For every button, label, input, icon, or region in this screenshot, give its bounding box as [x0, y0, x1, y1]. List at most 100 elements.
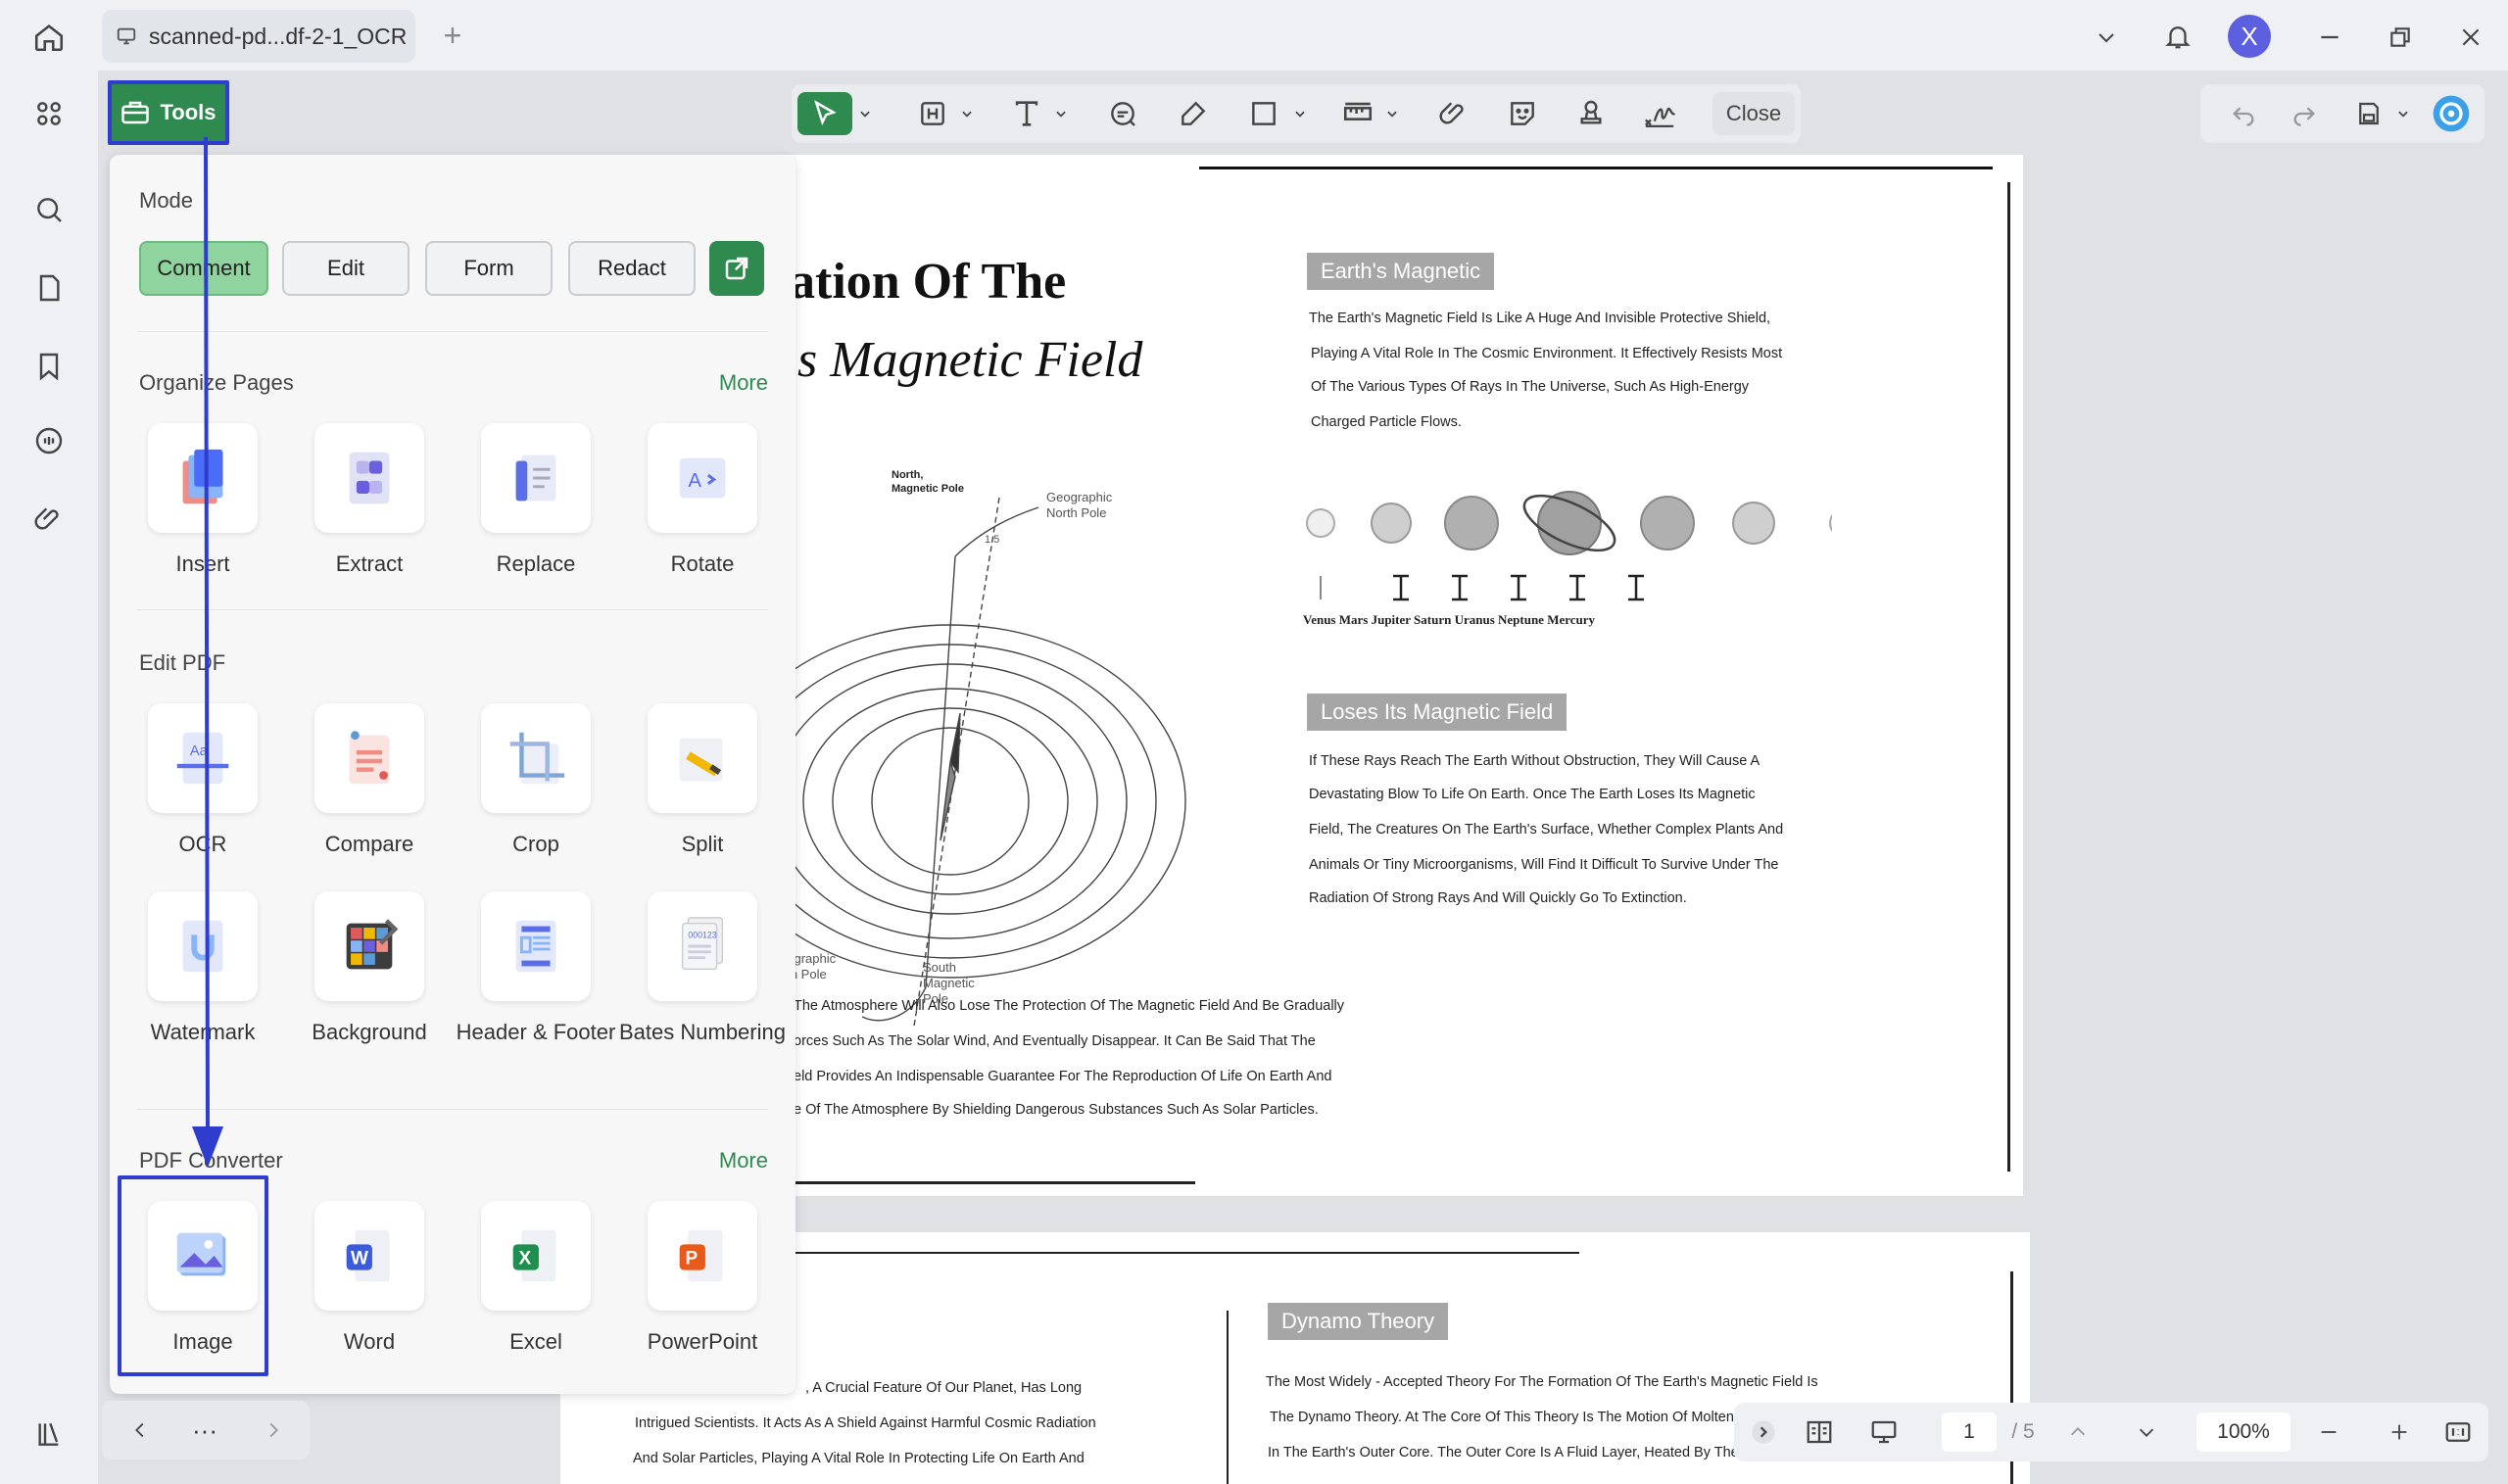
tool-label: Compare	[324, 832, 414, 856]
paragraph-4-line: , A Crucial Feature Of Our Planet, Has L…	[805, 1380, 1083, 1396]
more-dots-icon[interactable]: ···	[180, 1401, 229, 1460]
tool-background[interactable]: Background	[286, 891, 453, 1046]
apps-grid-icon[interactable]	[27, 92, 71, 135]
tools-button[interactable]: Tools	[108, 80, 229, 145]
paragraph-2-line: Devastating Blow To Life On Earth. Once …	[1309, 787, 1756, 802]
powerpoint-icon: P	[679, 1229, 723, 1282]
tool-header-footer[interactable]: Header & Footer	[453, 891, 619, 1046]
svg-text:W: W	[351, 1249, 368, 1269]
bell-icon[interactable]	[2157, 16, 2198, 57]
pages-icon[interactable]	[27, 266, 71, 310]
save-icon[interactable]	[2347, 92, 2390, 135]
monitor-icon	[117, 27, 136, 45]
paragraph-4-line: Intrigued Scientists. It Acts As A Shiel…	[635, 1415, 1096, 1431]
actual-size-icon[interactable]	[2436, 1403, 2481, 1461]
document-tab[interactable]: scanned-pd...df-2-1_OCR	[102, 10, 415, 63]
attach-tool-icon[interactable]	[1432, 92, 1475, 135]
compare-icon	[349, 731, 390, 785]
undo-icon[interactable]	[2222, 92, 2265, 135]
bookmark-icon[interactable]	[27, 345, 71, 388]
organize-more-link[interactable]: More	[719, 370, 768, 396]
tool-replace[interactable]: Replace	[453, 423, 619, 578]
mode-redact-button[interactable]: Redact	[568, 241, 696, 296]
restore-icon[interactable]	[2379, 16, 2422, 59]
convert-excel[interactable]: X Excel	[453, 1201, 619, 1356]
chevron-down-icon[interactable]	[1381, 92, 1403, 135]
presentation-icon[interactable]	[1859, 1403, 1908, 1461]
close-toolbar-button[interactable]: Close	[1712, 92, 1795, 135]
chevron-down-icon[interactable]	[1050, 92, 1072, 135]
convert-word[interactable]: W Word	[286, 1201, 453, 1356]
new-tab-button[interactable]: +	[433, 16, 472, 55]
convert-powerpoint[interactable]: P PowerPoint	[619, 1201, 786, 1356]
next-page-icon[interactable]	[2122, 1403, 2171, 1461]
zoom-level-input[interactable]: 100%	[2196, 1412, 2291, 1452]
sticker-tool-icon[interactable]	[1501, 92, 1544, 135]
chevron-down-icon[interactable]	[956, 92, 978, 135]
converter-more-link[interactable]: More	[719, 1148, 768, 1173]
stamp-tool-icon[interactable]	[1569, 92, 1613, 135]
close-window-icon[interactable]	[2449, 16, 2492, 59]
comment-icon[interactable]	[27, 419, 71, 462]
section-title-earths-magnetic: Earth's Magnetic	[1307, 253, 1495, 290]
chevron-right-icon[interactable]	[249, 1401, 298, 1460]
bottom-rule	[794, 1181, 1195, 1184]
mode-form-button[interactable]: Form	[425, 241, 553, 296]
annotation-toolbar: Close	[792, 84, 1801, 143]
tool-bates-numbering[interactable]: 000123 Bates Numbering	[619, 891, 786, 1046]
zoom-out-icon[interactable]	[2304, 1403, 2353, 1461]
pen-tool-icon[interactable]	[1172, 92, 1215, 135]
svg-text:X: X	[519, 1249, 532, 1269]
column-divider	[1227, 1311, 1229, 1484]
tools-button-label: Tools	[160, 100, 217, 124]
home-icon[interactable]	[27, 16, 71, 59]
tool-extract[interactable]: Extract	[286, 423, 453, 578]
zoom-in-icon[interactable]	[2375, 1403, 2424, 1461]
chevron-down-icon[interactable]	[2087, 18, 2126, 57]
text-tool-icon[interactable]	[1005, 92, 1048, 135]
select-tool-icon[interactable]	[797, 92, 852, 135]
tool-label: Replace	[496, 551, 576, 576]
chevron-down-icon[interactable]	[2392, 92, 2414, 135]
search-icon[interactable]	[27, 188, 71, 231]
user-avatar[interactable]: X	[2228, 15, 2271, 58]
header-footer-icon	[515, 920, 556, 973]
status-bar: 1 / 5 100%	[1734, 1403, 2488, 1461]
page-layout-icon[interactable]	[1795, 1403, 1844, 1461]
tool-rotate[interactable]: A Rotate	[619, 423, 786, 578]
tool-label: Word	[343, 1329, 396, 1354]
ai-assistant-icon[interactable]	[2428, 92, 2475, 135]
measure-tool-icon[interactable]	[1336, 92, 1379, 135]
library-icon[interactable]	[27, 1412, 71, 1456]
mode-edit-button[interactable]: Edit	[282, 241, 410, 296]
chevron-down-icon[interactable]	[1289, 92, 1311, 135]
minimize-icon[interactable]	[2308, 16, 2351, 59]
shape-tool-icon[interactable]	[1242, 92, 1285, 135]
chevron-left-icon[interactable]	[116, 1401, 165, 1460]
prev-page-icon[interactable]	[2053, 1403, 2102, 1461]
section-title-dynamo: Dynamo Theory	[1268, 1303, 1449, 1340]
attachment-icon[interactable]	[27, 498, 71, 541]
pdf-page-1[interactable]: ation Of The s Magnetic Field North, Mag…	[686, 155, 2023, 1196]
paragraph-2-line: If These Rays Reach The Earth Without Ob…	[1309, 753, 1760, 769]
external-link-icon	[725, 257, 748, 280]
signature-tool-icon[interactable]	[1636, 92, 1683, 135]
section-title-loses-field: Loses Its Magnetic Field	[1307, 694, 1568, 731]
highlight-tool-icon[interactable]	[911, 92, 954, 135]
svg-text:South: South	[923, 960, 956, 975]
mode-section-title: Mode	[139, 188, 194, 213]
paragraph-3-line: The Atmosphere Will Also Lose The Protec…	[794, 998, 1345, 1014]
tool-label: Split	[681, 832, 724, 856]
page-number-input[interactable]: 1	[1942, 1412, 1997, 1452]
tool-compare[interactable]: Compare	[286, 703, 453, 858]
collapse-icon[interactable]	[1744, 1403, 1783, 1461]
svg-text:000123: 000123	[688, 930, 716, 939]
planets-diagram	[1306, 491, 1832, 601]
redo-icon[interactable]	[2283, 92, 2326, 135]
comment-bubble-icon[interactable]	[1101, 92, 1144, 135]
top-rule	[1199, 167, 1993, 169]
chevron-down-icon[interactable]	[854, 92, 876, 135]
tool-split[interactable]: Split	[619, 703, 786, 858]
tool-crop[interactable]: Crop	[453, 703, 619, 858]
open-external-button[interactable]	[709, 241, 764, 296]
